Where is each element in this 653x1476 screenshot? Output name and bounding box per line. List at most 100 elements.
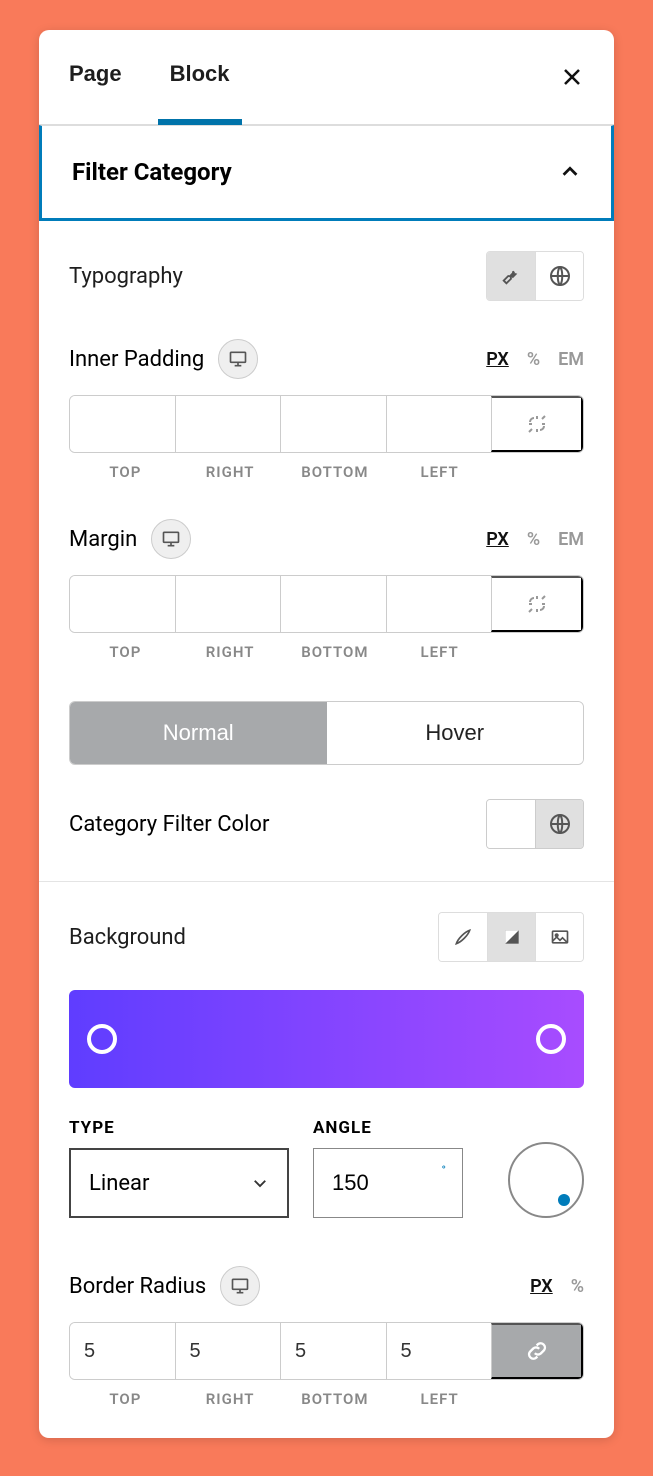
close-button[interactable] — [560, 65, 584, 89]
wrench-icon — [500, 265, 522, 287]
margin-side-labels: TOP RIGHT BOTTOM LEFT — [73, 643, 584, 661]
section-title: Filter Category — [72, 158, 232, 186]
inner-padding-label: Inner Padding — [69, 347, 204, 372]
brush-icon — [453, 927, 473, 947]
side-bottom-label: BOTTOM — [283, 643, 388, 661]
gradient-angle-input-wrap: ° — [313, 1148, 463, 1218]
unit-px[interactable]: PX — [486, 349, 509, 370]
background-label: Background — [69, 925, 186, 950]
section-filter-category[interactable]: Filter Category — [39, 125, 614, 221]
gradient-angle-knob[interactable] — [508, 1142, 584, 1218]
side-top-label: TOP — [73, 1390, 178, 1408]
unit-percent[interactable]: % — [527, 349, 540, 370]
background-image-button[interactable] — [535, 913, 583, 961]
gradient-bar[interactable] — [69, 990, 584, 1088]
margin-top-input[interactable] — [70, 576, 175, 632]
unit-em[interactable]: EM — [558, 349, 584, 370]
state-tab-hover[interactable]: Hover — [327, 702, 584, 764]
border-radius-units: PX % — [530, 1276, 584, 1297]
side-right-label: RIGHT — [178, 643, 283, 661]
gradient-type-value: Linear — [89, 1171, 149, 1196]
margin-left-input[interactable] — [387, 576, 492, 632]
gradient-icon — [502, 927, 522, 947]
unlink-icon — [525, 412, 549, 436]
gradient-angle-label: ANGLE — [313, 1118, 463, 1138]
image-icon — [550, 927, 570, 947]
unit-em[interactable]: EM — [558, 529, 584, 550]
margin-link-button[interactable] — [491, 576, 583, 632]
gradient-angle-field: ANGLE ° — [313, 1118, 463, 1218]
side-left-label: LEFT — [387, 643, 492, 661]
settings-tabs: Page Block — [39, 30, 614, 125]
category-color-row: Category Filter Color — [69, 799, 584, 849]
desktop-icon — [161, 529, 181, 549]
category-color-swatch[interactable] — [487, 800, 535, 848]
gradient-angle-input[interactable] — [332, 1170, 402, 1196]
unit-px[interactable]: PX — [486, 529, 509, 550]
chevron-down-icon — [251, 1174, 269, 1192]
unit-px[interactable]: PX — [530, 1276, 553, 1297]
desktop-icon — [228, 349, 248, 369]
side-top-label: TOP — [73, 463, 178, 481]
margin-right-input[interactable] — [176, 576, 281, 632]
border-radius-top-input[interactable] — [70, 1323, 175, 1379]
link-icon — [524, 1338, 550, 1364]
block-settings-panel: Page Block Filter Category Typography — [39, 30, 614, 1438]
category-color-controls — [486, 799, 584, 849]
background-solid-button[interactable] — [439, 913, 487, 961]
angle-knob-indicator — [558, 1194, 570, 1206]
side-bottom-label: BOTTOM — [283, 1390, 388, 1408]
side-top-label: TOP — [73, 643, 178, 661]
state-tab-normal[interactable]: Normal — [70, 702, 327, 764]
inner-padding-right-input[interactable] — [176, 396, 281, 452]
background-row: Background — [69, 912, 584, 962]
border-radius-link-button[interactable] — [491, 1323, 583, 1379]
side-right-label: RIGHT — [178, 463, 283, 481]
typography-global-button[interactable] — [535, 252, 583, 300]
inner-padding-top-input[interactable] — [70, 396, 175, 452]
globe-icon — [548, 264, 572, 288]
degree-icon: ° — [442, 1163, 446, 1177]
margin-device-button[interactable] — [151, 519, 191, 559]
inner-padding-row: Inner Padding PX % EM — [69, 339, 584, 379]
gradient-stop-start[interactable] — [87, 1024, 117, 1054]
border-radius-side-labels: TOP RIGHT BOTTOM LEFT — [73, 1390, 584, 1408]
side-bottom-label: BOTTOM — [283, 463, 388, 481]
unit-percent[interactable]: % — [571, 1276, 584, 1297]
tab-block[interactable]: Block — [170, 30, 230, 124]
tab-page[interactable]: Page — [69, 30, 122, 124]
border-radius-row: Border Radius PX % — [69, 1266, 584, 1306]
unlink-icon — [525, 592, 549, 616]
inner-padding-inputs — [69, 395, 584, 453]
typography-controls — [486, 251, 584, 301]
background-mode-group — [438, 912, 584, 962]
close-icon — [560, 65, 584, 89]
gradient-stop-end[interactable] — [536, 1024, 566, 1054]
border-radius-inputs — [69, 1322, 584, 1380]
border-radius-right-input[interactable] — [176, 1323, 281, 1379]
border-radius-device-button[interactable] — [220, 1266, 260, 1306]
state-tabs: Normal Hover — [69, 701, 584, 765]
gradient-type-field: TYPE Linear — [69, 1118, 289, 1218]
category-color-global-button[interactable] — [535, 800, 583, 848]
side-left-label: LEFT — [387, 1390, 492, 1408]
inner-padding-bottom-input[interactable] — [281, 396, 386, 452]
typography-settings-button[interactable] — [487, 252, 535, 300]
gradient-type-label: TYPE — [69, 1118, 289, 1138]
background-gradient-button[interactable] — [487, 913, 535, 961]
margin-bottom-input[interactable] — [281, 576, 386, 632]
gradient-type-select[interactable]: Linear — [69, 1148, 289, 1218]
inner-padding-link-button[interactable] — [491, 396, 583, 452]
margin-inputs — [69, 575, 584, 633]
border-radius-bottom-input[interactable] — [281, 1323, 386, 1379]
globe-icon — [548, 812, 572, 836]
inner-padding-units: PX % EM — [486, 349, 584, 370]
border-radius-left-input[interactable] — [387, 1323, 492, 1379]
unit-percent[interactable]: % — [527, 529, 540, 550]
desktop-icon — [230, 1276, 250, 1296]
inner-padding-device-button[interactable] — [218, 339, 258, 379]
typography-row: Typography — [69, 251, 584, 301]
inner-padding-left-input[interactable] — [387, 396, 492, 452]
divider — [39, 881, 614, 882]
gradient-config: TYPE Linear ANGLE ° — [69, 1118, 584, 1218]
